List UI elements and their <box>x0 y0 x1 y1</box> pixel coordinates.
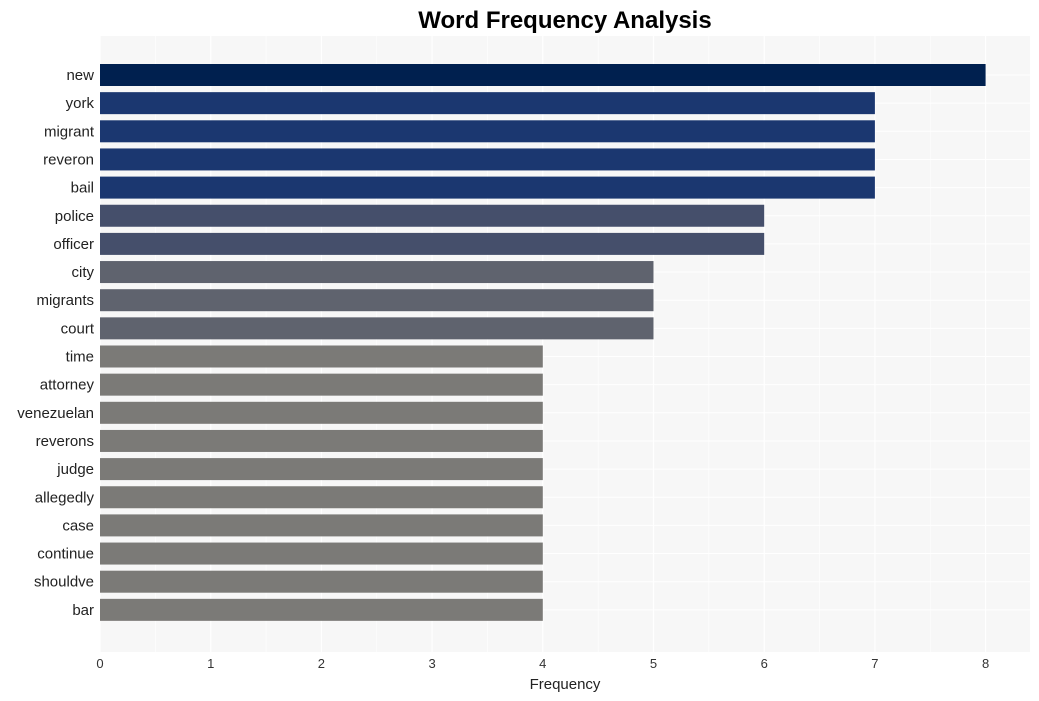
y-tick-label: reverons <box>36 433 94 450</box>
x-tick-label: 8 <box>982 656 989 671</box>
y-tick-label: court <box>61 320 95 337</box>
y-tick-label: bail <box>71 180 94 197</box>
x-tick-label: 5 <box>650 656 657 671</box>
bar-police <box>100 204 765 227</box>
y-tick-label: new <box>66 67 94 84</box>
bar-reveron <box>100 148 875 171</box>
y-tick-label: city <box>72 264 95 281</box>
bar-case <box>100 514 543 537</box>
x-tick-label: 2 <box>318 656 325 671</box>
y-tick-label: shouldve <box>34 574 94 591</box>
x-tick-label: 3 <box>428 656 435 671</box>
x-tick-label: 6 <box>761 656 768 671</box>
bar-judge <box>100 458 543 481</box>
y-tick-label: york <box>66 95 95 112</box>
y-tick-label: officer <box>53 236 94 253</box>
bar-court <box>100 317 654 340</box>
y-tick-label: attorney <box>40 377 95 394</box>
x-tick-label: 1 <box>207 656 214 671</box>
y-tick-labels: new york migrant reveron bail police officer ci… <box>17 67 95 619</box>
bar-new <box>100 64 986 86</box>
bar-venezuelan <box>100 401 543 424</box>
x-tick-label: 7 <box>871 656 878 671</box>
bar-bar <box>100 598 543 621</box>
x-tick-label: 4 <box>539 656 546 671</box>
x-axis-label: Frequency <box>530 676 601 693</box>
bar-reverons <box>100 429 543 452</box>
y-tick-label: case <box>62 517 94 534</box>
bar-york <box>100 92 875 115</box>
bar-attorney <box>100 373 543 396</box>
y-tick-label: migrants <box>36 292 94 309</box>
chart-title: Word Frequency Analysis <box>418 7 711 34</box>
y-tick-label: time <box>66 349 94 366</box>
bar-city <box>100 261 654 284</box>
y-tick-label: police <box>55 208 94 225</box>
bar-time <box>100 345 543 368</box>
y-tick-label: bar <box>72 602 94 619</box>
bar-migrant <box>100 120 875 143</box>
bar-migrants <box>100 289 654 312</box>
bar-continue <box>100 542 543 565</box>
y-tick-label: migrant <box>44 123 95 140</box>
bar-shouldve <box>100 570 543 593</box>
x-tick-label: 0 <box>96 656 103 671</box>
y-tick-label: reveron <box>43 151 94 168</box>
bar-officer <box>100 232 765 255</box>
y-tick-label: allegedly <box>35 489 95 506</box>
word-frequency-chart: new york migrant reveron bail police officer ci… <box>17 7 1030 693</box>
x-tick-labels: 0 1 2 3 4 5 6 7 8 <box>96 656 989 671</box>
y-tick-label: judge <box>56 461 94 478</box>
y-tick-label: continue <box>37 546 94 563</box>
bar-allegedly <box>100 486 543 509</box>
y-tick-label: venezuelan <box>17 405 94 422</box>
bar-bail <box>100 176 875 199</box>
